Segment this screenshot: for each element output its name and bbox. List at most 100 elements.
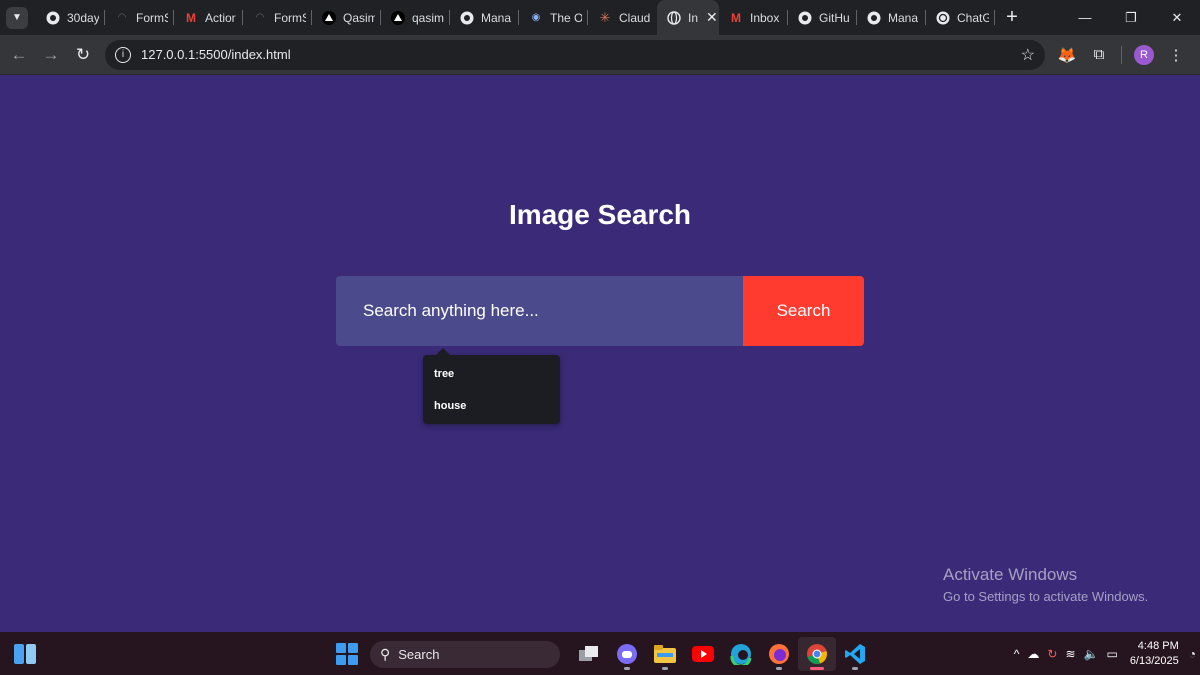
browser-tab[interactable]: qasim xyxy=(381,0,450,35)
github-icon xyxy=(46,11,60,25)
tab-title: 30day xyxy=(67,10,99,25)
metamask-extension-icon[interactable]: 🦊 xyxy=(1051,39,1083,71)
browser-tab[interactable]: Qasim xyxy=(312,0,381,35)
plus-icon: + xyxy=(1006,6,1018,28)
browser-tab-strip: ▼ 30day ◠ FormS M Actior ◠ FormS Qasim q… xyxy=(0,0,1200,35)
speaker-icon[interactable]: 🔈 xyxy=(1084,647,1099,661)
profile-avatar[interactable]: R xyxy=(1134,44,1154,65)
windows-logo-tile xyxy=(348,643,358,653)
watermark-title: Activate Windows xyxy=(943,565,1078,584)
tab-title: FormS xyxy=(274,10,306,25)
firefox-icon[interactable] xyxy=(760,637,798,671)
tab-title: GitHu xyxy=(819,10,850,25)
tab-title: qasim xyxy=(412,10,444,25)
browser-toolbar: ← → ↻ i 127.0.0.1:5500/index.html ☆ 🦊 ⧉ … xyxy=(0,35,1200,75)
reload-icon: ↻ xyxy=(75,44,91,64)
triangle-icon xyxy=(322,10,336,25)
chevron-down-icon: ▼ xyxy=(12,12,22,23)
battery-icon[interactable]: ▭ xyxy=(1106,647,1117,661)
reload-button[interactable]: ↻ xyxy=(67,39,99,71)
browser-tab[interactable]: M Actior xyxy=(174,0,243,35)
browser-tab[interactable]: M Inbox xyxy=(719,0,788,35)
planet-icon: ◉ xyxy=(531,12,541,23)
page-content: Image Search Search tree house Activate … xyxy=(0,75,1200,632)
browser-tab[interactable]: Mana xyxy=(857,0,926,35)
cloud-icon[interactable]: ☁ xyxy=(1027,647,1039,661)
browser-tab[interactable]: ✳ Claud xyxy=(588,0,657,35)
tab-title: Mana xyxy=(481,10,512,25)
system-tray: ^ ☁ ↻ ≋ 🔈 ▭ 4:48 PM 6/13/2025 ◔ xyxy=(1010,632,1200,675)
tab-title: The O xyxy=(550,10,582,25)
window-controls: — ❐ ✕ xyxy=(1062,0,1200,35)
chatgpt-icon xyxy=(936,11,950,25)
activate-windows-watermark: Activate Windows Go to Settings to activ… xyxy=(943,565,1148,604)
tab-title: Claud xyxy=(619,10,651,25)
browser-tab[interactable]: 30day xyxy=(36,0,105,35)
close-window-icon[interactable]: ✕ xyxy=(1154,0,1200,35)
tab-title: Inbox xyxy=(750,10,780,25)
tab-title: FormS xyxy=(136,10,168,25)
url-text[interactable]: 127.0.0.1:5500/index.html xyxy=(141,47,291,62)
extensions-puzzle-icon[interactable]: ⧉ xyxy=(1083,39,1115,71)
kebab-menu-icon[interactable]: ⋮ xyxy=(1160,39,1192,71)
clock-date: 6/13/2025 xyxy=(1129,654,1179,667)
chrome-icon[interactable] xyxy=(798,637,836,671)
watermark-subtitle: Go to Settings to activate Windows. xyxy=(943,589,1149,604)
clock-time: 4:48 PM xyxy=(1137,639,1179,652)
browser-tab[interactable]: ◠ FormS xyxy=(243,0,312,35)
search-input[interactable] xyxy=(336,276,743,346)
back-button[interactable]: ← xyxy=(3,39,35,71)
sync-icon[interactable]: ↻ xyxy=(1047,647,1057,661)
browser-tab[interactable]: ◠ FormS xyxy=(105,0,174,35)
browser-tab[interactable]: GitHu xyxy=(788,0,857,35)
windows-taskbar: ⚲ Search ^ ☁ ↻ ≋ 🔈 ▭ 4:48 PM 6/13/2025 ◔ xyxy=(0,632,1200,675)
suggestion-item[interactable]: house xyxy=(423,390,560,422)
autocomplete-dropdown: tree house xyxy=(423,348,560,424)
address-bar[interactable]: i 127.0.0.1:5500/index.html ☆ xyxy=(105,39,1045,70)
close-tab-icon[interactable]: ✕ xyxy=(706,9,718,26)
running-indicator xyxy=(776,667,782,670)
minimize-icon[interactable]: — xyxy=(1062,0,1108,35)
task-view-icon[interactable] xyxy=(570,637,608,671)
search-button[interactable]: Search xyxy=(743,276,864,346)
tab-search-button[interactable]: ▼ xyxy=(6,6,28,29)
start-button[interactable] xyxy=(336,643,358,665)
wifi-icon[interactable]: ≋ xyxy=(1065,647,1075,661)
windows-logo-tile xyxy=(336,655,346,665)
github-icon xyxy=(798,11,812,25)
bookmark-star-icon[interactable]: ☆ xyxy=(1021,45,1035,65)
search-icon: ⚲ xyxy=(380,645,391,662)
forward-button[interactable]: → xyxy=(35,39,67,71)
widgets-icon-pane xyxy=(14,644,24,664)
file-explorer-icon[interactable] xyxy=(646,637,684,671)
browser-tab[interactable]: ◉ The O xyxy=(519,0,588,35)
running-indicator xyxy=(852,667,858,670)
taskbar-apps: ⚲ Search xyxy=(336,637,874,671)
chevron-up-icon[interactable]: ^ xyxy=(1014,647,1020,661)
search-form: Search xyxy=(336,276,864,346)
taskbar-search-label: Search xyxy=(398,646,440,662)
github-icon xyxy=(867,11,881,25)
youtube-icon[interactable] xyxy=(684,637,722,671)
discord-icon[interactable] xyxy=(608,637,646,671)
clock[interactable]: 4:48 PM 6/13/2025 xyxy=(1130,639,1179,669)
vscode-icon[interactable] xyxy=(836,637,874,671)
tab-title: Actior xyxy=(205,10,236,25)
browser-tab[interactable]: Mana xyxy=(450,0,519,35)
running-indicator xyxy=(662,667,668,670)
arrow-right-icon: → xyxy=(42,44,60,64)
github-icon xyxy=(460,11,474,25)
site-info-icon[interactable]: i xyxy=(115,46,131,63)
taskbar-search[interactable]: ⚲ Search xyxy=(370,640,560,668)
browser-tab-active[interactable]: In ✕ xyxy=(657,0,719,35)
notification-bell-icon[interactable]: ◔ xyxy=(1189,647,1196,661)
globe-icon: ◠ xyxy=(117,12,127,23)
restore-icon[interactable]: ❐ xyxy=(1108,0,1154,35)
edge-icon[interactable] xyxy=(722,637,760,671)
widgets-icon[interactable] xyxy=(14,644,36,664)
new-tab-button[interactable]: + xyxy=(999,5,1025,31)
browser-tab[interactable]: ChatG xyxy=(926,0,995,35)
running-indicator xyxy=(810,667,824,670)
suggestion-item[interactable]: tree xyxy=(423,358,560,390)
page-title: Image Search xyxy=(508,199,692,230)
